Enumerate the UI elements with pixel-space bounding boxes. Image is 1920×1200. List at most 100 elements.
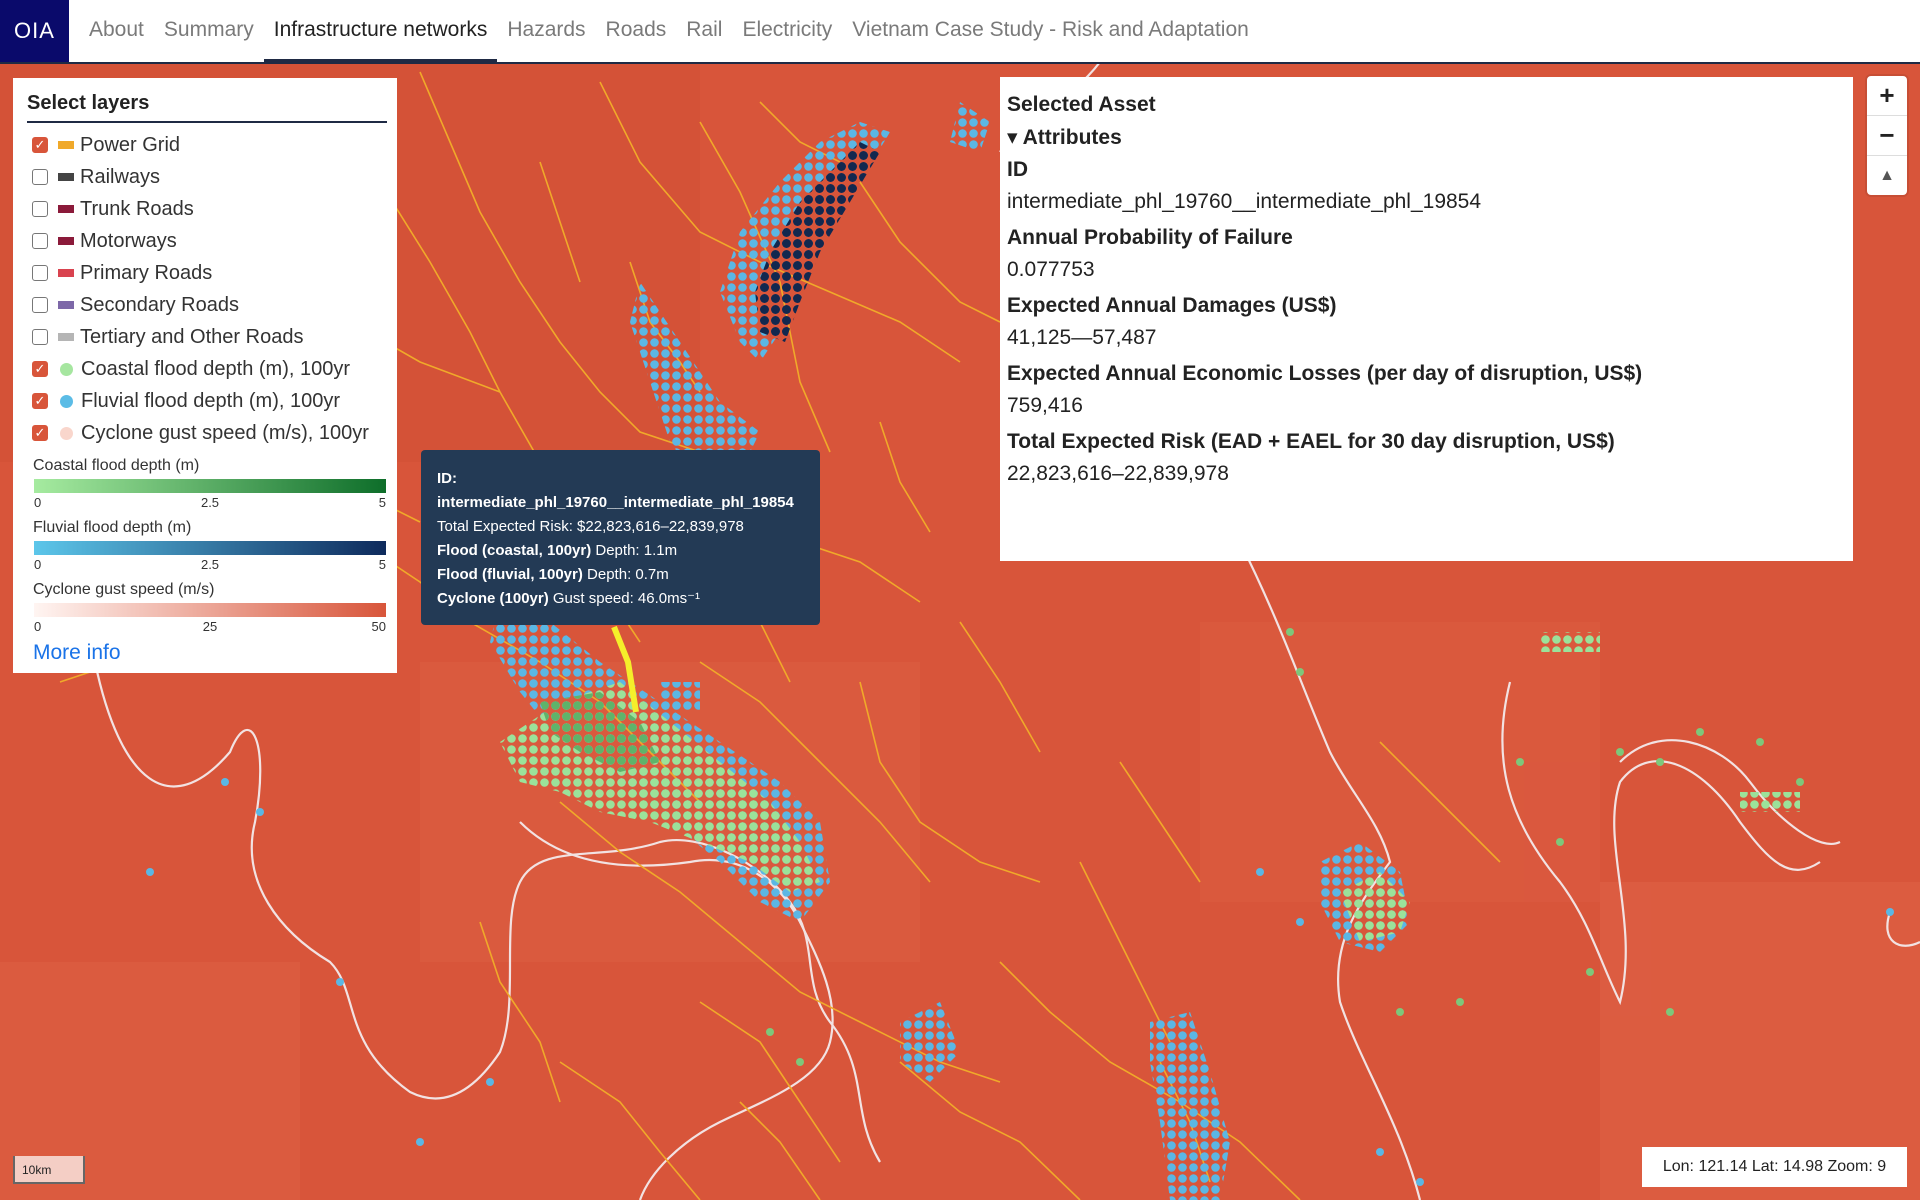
attr-value: 759,416 (1007, 394, 1083, 417)
layer-motorways[interactable]: Motorways (20, 225, 390, 257)
legend-swatch (58, 205, 74, 213)
checkbox-icon[interactable]: ✓ (32, 425, 48, 441)
layer-tertiary-roads[interactable]: Tertiary and Other Roads (20, 321, 390, 353)
tooltip-fluvial-value: Depth: 0.7m (582, 566, 669, 583)
checkbox-icon[interactable] (32, 233, 48, 249)
tooltip-cyclone-label: Cyclone (100yr) (437, 590, 549, 607)
tooltip-cyclone-value: Gust speed: 46.0ms⁻¹ (548, 590, 701, 607)
layer-label: Railways (80, 165, 161, 188)
legend-swatch (58, 269, 74, 277)
coordinate-readout: Lon: 121.14 Lat: 14.98 Zoom: 9 (1642, 1147, 1907, 1187)
coastal-legend-title: Coastal flood depth (m) (33, 457, 200, 474)
cyclone-legend-title: Cyclone gust speed (m/s) (33, 581, 215, 598)
layer-primary-roads[interactable]: Primary Roads (20, 257, 390, 289)
tick-label: 50 (371, 619, 386, 634)
selected-asset-panel: Selected Asset ▾ Attributes ID intermedi… (1000, 77, 1853, 561)
tick-label: 0 (34, 557, 42, 572)
tick-label: 25 (202, 619, 218, 634)
nav-vietnam-case-study[interactable]: Vietnam Case Study - Risk and Adaptation (842, 0, 1259, 62)
attr-key: Expected Annual Economic Losses (per day… (1007, 362, 1643, 385)
attributes-toggle[interactable]: ▾ Attributes (1007, 125, 1846, 150)
attr-value: intermediate_phl_19760__intermediate_phl… (1007, 190, 1482, 213)
cyclone-legend-ticks: 0 25 50 (34, 617, 386, 635)
checkbox-icon[interactable] (32, 329, 48, 345)
tooltip-coastal-value: Depth: 1.1m (591, 542, 678, 559)
oia-logo[interactable]: OIA (0, 0, 69, 62)
nav-infrastructure-networks[interactable]: Infrastructure networks (263, 0, 498, 62)
attr-value: 0.077753 (1007, 258, 1095, 281)
layer-label: Tertiary and Other Roads (80, 325, 304, 348)
tooltip-fluvial-label: Flood (fluvial, 100yr) (437, 566, 583, 583)
layer-cyclone-gust[interactable]: ✓ Cyclone gust speed (m/s), 100yr (20, 417, 390, 449)
compass-icon[interactable]: ▲ (1867, 156, 1907, 195)
layer-label: Power Grid (80, 133, 181, 156)
layer-railways[interactable]: Railways (20, 161, 390, 193)
attr-key: Expected Annual Damages (US$) (1007, 294, 1337, 317)
layer-label: Trunk Roads (80, 197, 194, 220)
layer-label: Primary Roads (80, 261, 213, 284)
layer-label: Cyclone gust speed (m/s), 100yr (81, 421, 369, 444)
tick-label: 0 (34, 619, 42, 634)
layer-trunk-roads[interactable]: Trunk Roads (20, 193, 390, 225)
layer-label: Fluvial flood depth (m), 100yr (81, 389, 341, 412)
zoom-in-button[interactable]: + (1867, 76, 1907, 116)
checkbox-icon[interactable] (32, 169, 48, 185)
coastal-color-ramp (34, 479, 386, 493)
top-navigation-bar: OIA About Summary Infrastructure network… (0, 0, 1920, 64)
legend-swatch (58, 237, 74, 245)
nav-electricity[interactable]: Electricity (732, 0, 842, 62)
tick-label: 2.5 (200, 495, 220, 510)
layer-label: Motorways (80, 229, 177, 252)
tooltip-risk: Total Expected Risk: $22,823,616–22,839,… (437, 518, 744, 535)
fluvial-color-ramp (34, 541, 386, 555)
attr-key: ID (1007, 158, 1028, 181)
nav-rail[interactable]: Rail (676, 0, 732, 62)
zoom-out-button[interactable]: − (1867, 116, 1907, 156)
tick-label: 5 (378, 495, 386, 510)
asset-hover-tooltip: ID: intermediate_phl_19760__intermediate… (421, 450, 820, 625)
attr-key: Annual Probability of Failure (1007, 226, 1293, 249)
nav-roads[interactable]: Roads (596, 0, 677, 62)
tooltip-id-value: intermediate_phl_19760__intermediate_phl… (437, 494, 794, 511)
layer-fluvial-flood[interactable]: ✓ Fluvial flood depth (m), 100yr (20, 385, 390, 417)
attr-value: 22,823,616–22,839,978 (1007, 462, 1229, 485)
more-info-link[interactable]: More info (33, 641, 390, 665)
layer-label: Coastal flood depth (m), 100yr (81, 357, 351, 380)
layer-power-grid[interactable]: ✓ Power Grid (20, 129, 390, 161)
layer-label: Secondary Roads (80, 293, 239, 316)
nav-summary[interactable]: Summary (154, 0, 264, 62)
fluvial-legend-ticks: 0 2.5 5 (34, 555, 386, 573)
checkbox-icon[interactable]: ✓ (32, 393, 48, 409)
tooltip-coastal-label: Flood (coastal, 100yr) (437, 542, 592, 559)
checkbox-icon[interactable] (32, 297, 48, 313)
main-nav: About Summary Infrastructure networks Ha… (79, 0, 1259, 62)
legend-swatch (58, 141, 74, 149)
legend-swatch (58, 173, 74, 181)
layer-secondary-roads[interactable]: Secondary Roads (20, 289, 390, 321)
tick-label: 0 (34, 495, 42, 510)
checkbox-icon[interactable] (32, 201, 48, 217)
checkbox-icon[interactable]: ✓ (32, 361, 48, 377)
layers-panel-title: Select layers (27, 92, 387, 123)
legend-swatch (58, 301, 74, 309)
fluvial-legend-title: Fluvial flood depth (m) (33, 519, 192, 536)
checkbox-icon[interactable]: ✓ (32, 137, 48, 153)
tooltip-id-label: ID: (437, 470, 457, 487)
map-scale-bar: 10km (13, 1156, 85, 1184)
layer-selector-panel: Select layers ✓ Power Grid Railways Trun… (13, 78, 397, 673)
tick-label: 2.5 (200, 557, 220, 572)
nav-hazards[interactable]: Hazards (497, 0, 595, 62)
nav-about[interactable]: About (79, 0, 154, 62)
layer-coastal-flood[interactable]: ✓ Coastal flood depth (m), 100yr (20, 353, 390, 385)
selected-asset-title: Selected Asset (1007, 93, 1156, 116)
legend-dot (60, 362, 73, 376)
map-zoom-controls: + − ▲ (1867, 76, 1907, 195)
tick-label: 5 (378, 557, 386, 572)
attr-key: Total Expected Risk (EAD + EAEL for 30 d… (1007, 430, 1615, 453)
coastal-legend-ticks: 0 2.5 5 (34, 493, 386, 511)
checkbox-icon[interactable] (32, 265, 48, 281)
legend-swatch (58, 333, 74, 341)
attr-value: 41,125—57,487 (1007, 326, 1157, 349)
legend-dot (60, 394, 73, 408)
legend-dot (60, 426, 73, 440)
